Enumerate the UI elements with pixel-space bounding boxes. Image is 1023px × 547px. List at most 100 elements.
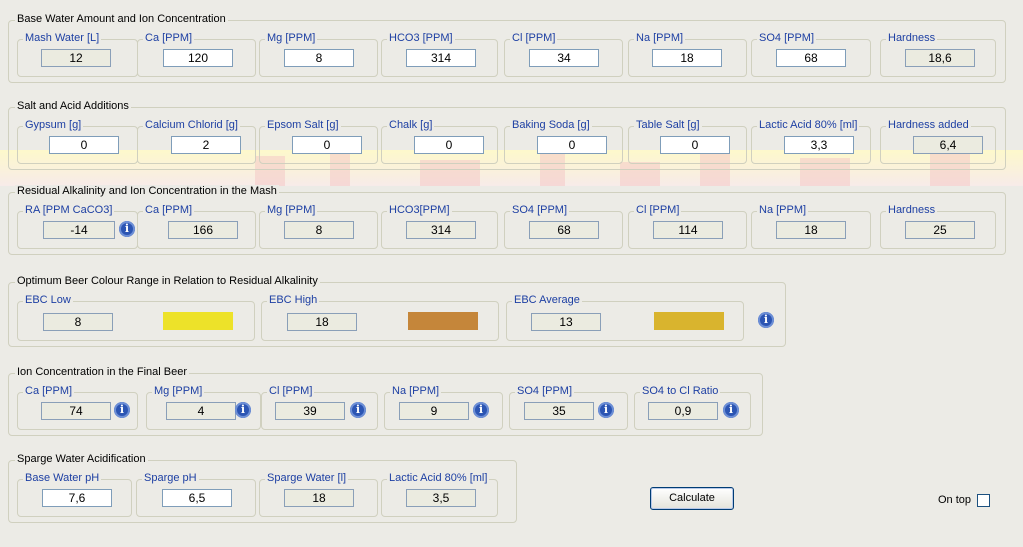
field-label: Base Water pH xyxy=(23,472,102,484)
group-sparge: Sparge Water Acidification Base Water pH… xyxy=(8,453,517,523)
field-label: Epsom Salt [g] xyxy=(265,119,341,131)
field-so4-ppm: SO4 [PPM] xyxy=(751,32,871,77)
gypsum-g-input[interactable] xyxy=(49,136,119,154)
lactic-acid-80-ml-input[interactable] xyxy=(784,136,854,154)
field-label: Hardness xyxy=(886,32,938,44)
sparge-ph-input[interactable] xyxy=(162,489,232,507)
cl-ppm-input[interactable] xyxy=(275,402,345,420)
base-water-ph-input[interactable] xyxy=(42,489,112,507)
field-label: Ca [PPM] xyxy=(143,32,195,44)
group-final-beer: Ion Concentration in the Final Beer Ca [… xyxy=(8,366,763,436)
ra-ppm-caco3-input[interactable] xyxy=(43,221,115,239)
group-title: Salt and Acid Additions xyxy=(15,100,131,112)
field-hardness: Hardness xyxy=(880,204,996,249)
field-hco3-ppm: HCO3 [PPM] xyxy=(381,32,498,77)
field-hco3-ppm: HCO3[PPM] xyxy=(381,204,498,249)
mash-water-l-input[interactable] xyxy=(41,49,111,67)
field-label: Mg [PPM] xyxy=(152,385,205,397)
ca-ppm-input[interactable] xyxy=(163,49,233,67)
cl-ppm-input[interactable] xyxy=(653,221,723,239)
ebc-average-input[interactable] xyxy=(531,313,601,331)
field-label: Hardness xyxy=(886,204,938,216)
hco3-ppm-input[interactable] xyxy=(406,221,476,239)
cl-ppm-input[interactable] xyxy=(529,49,599,67)
field-label: Ca [PPM] xyxy=(23,385,75,397)
epsom-salt-g-input[interactable] xyxy=(292,136,362,154)
field-cl-ppm: Cl [PPM] i xyxy=(261,385,378,430)
so4-ppm-input[interactable] xyxy=(529,221,599,239)
ca-ppm-input[interactable] xyxy=(41,402,111,420)
field-label: RA [PPM CaCO3] xyxy=(23,204,115,216)
na-ppm-input[interactable] xyxy=(652,49,722,67)
field-so4-ppm: SO4 [PPM] i xyxy=(509,385,628,430)
baking-soda-g-input[interactable] xyxy=(537,136,607,154)
group-title: Optimum Beer Colour Range in Relation to… xyxy=(15,275,320,287)
field-ca-ppm: Ca [PPM] xyxy=(137,204,256,249)
na-ppm-input[interactable] xyxy=(776,221,846,239)
group-base-water: Base Water Amount and Ion Concentration … xyxy=(8,13,1006,83)
field-label: EBC Average xyxy=(512,294,582,306)
field-label: SO4 to Cl Ratio xyxy=(640,385,721,397)
field-label: SO4 [PPM] xyxy=(510,204,570,216)
field-label: EBC High xyxy=(267,294,320,306)
field-gypsum-g: Gypsum [g] xyxy=(17,119,138,164)
colour-swatch xyxy=(163,312,233,330)
ca-ppm-input[interactable] xyxy=(168,221,238,239)
field-na-ppm: Na [PPM] i xyxy=(384,385,503,430)
mg-ppm-input[interactable] xyxy=(284,49,354,67)
hardness-input[interactable] xyxy=(905,49,975,67)
na-ppm-input[interactable] xyxy=(399,402,469,420)
info-icon[interactable]: i xyxy=(598,402,614,418)
field-lactic-acid-80-ml: Lactic Acid 80% [ml] xyxy=(381,472,498,517)
field-label: EBC Low xyxy=(23,294,73,306)
hardness-input[interactable] xyxy=(905,221,975,239)
so4-ppm-input[interactable] xyxy=(524,402,594,420)
field-table-salt-g: Table Salt [g] xyxy=(628,119,747,164)
field-mg-ppm: Mg [PPM] xyxy=(259,32,378,77)
field-label: Mg [PPM] xyxy=(265,204,318,216)
table-salt-g-input[interactable] xyxy=(660,136,730,154)
field-label: Sparge Water [l] xyxy=(265,472,349,484)
colour-swatch xyxy=(654,312,724,330)
field-mash-water-l: Mash Water [L] xyxy=(17,32,138,77)
group-title: Ion Concentration in the Final Beer xyxy=(15,366,189,378)
field-label: HCO3[PPM] xyxy=(387,204,452,216)
info-icon[interactable]: i xyxy=(350,402,366,418)
info-icon[interactable]: i xyxy=(235,402,251,418)
field-label: HCO3 [PPM] xyxy=(387,32,455,44)
ontop-checkbox[interactable] xyxy=(977,494,990,507)
info-icon[interactable]: i xyxy=(114,402,130,418)
info-icon[interactable]: i xyxy=(723,402,739,418)
hco3-ppm-input[interactable] xyxy=(406,49,476,67)
ebc-low-input[interactable] xyxy=(43,313,113,331)
field-na-ppm: Na [PPM] xyxy=(628,32,747,77)
field-label: SO4 [PPM] xyxy=(757,32,817,44)
chalk-g-input[interactable] xyxy=(414,136,484,154)
so4-to-cl-ratio-input[interactable] xyxy=(648,402,718,420)
field-label: Baking Soda [g] xyxy=(510,119,592,131)
field-base-water-ph: Base Water pH xyxy=(17,472,132,517)
calcium-chlorid-g-input[interactable] xyxy=(171,136,241,154)
calculate-button[interactable]: Calculate xyxy=(650,487,734,510)
mg-ppm-input[interactable] xyxy=(166,402,236,420)
sparge-water-l-input[interactable] xyxy=(284,489,354,507)
hardness-added-input[interactable] xyxy=(913,136,983,154)
info-icon[interactable]: i xyxy=(758,312,774,328)
mg-ppm-input[interactable] xyxy=(284,221,354,239)
field-label: Calcium Chlorid [g] xyxy=(143,119,240,131)
field-label: Cl [PPM] xyxy=(510,32,558,44)
field-ca-ppm: Ca [PPM] xyxy=(137,32,256,77)
field-lactic-acid-80-ml: Lactic Acid 80% [ml] xyxy=(751,119,871,164)
group-residual-alkalinity: Residual Alkalinity and Ion Concentratio… xyxy=(8,185,1006,255)
ebc-high-input[interactable] xyxy=(287,313,357,331)
so4-ppm-input[interactable] xyxy=(776,49,846,67)
info-icon[interactable]: i xyxy=(119,221,135,237)
field-label: Table Salt [g] xyxy=(634,119,702,131)
field-ca-ppm: Ca [PPM] i xyxy=(17,385,138,430)
info-icon[interactable]: i xyxy=(473,402,489,418)
colour-swatch xyxy=(408,312,478,330)
lactic-acid-80-ml-input[interactable] xyxy=(406,489,476,507)
field-label: Cl [PPM] xyxy=(634,204,682,216)
field-cl-ppm: Cl [PPM] xyxy=(504,32,623,77)
field-label: Na [PPM] xyxy=(757,204,809,216)
